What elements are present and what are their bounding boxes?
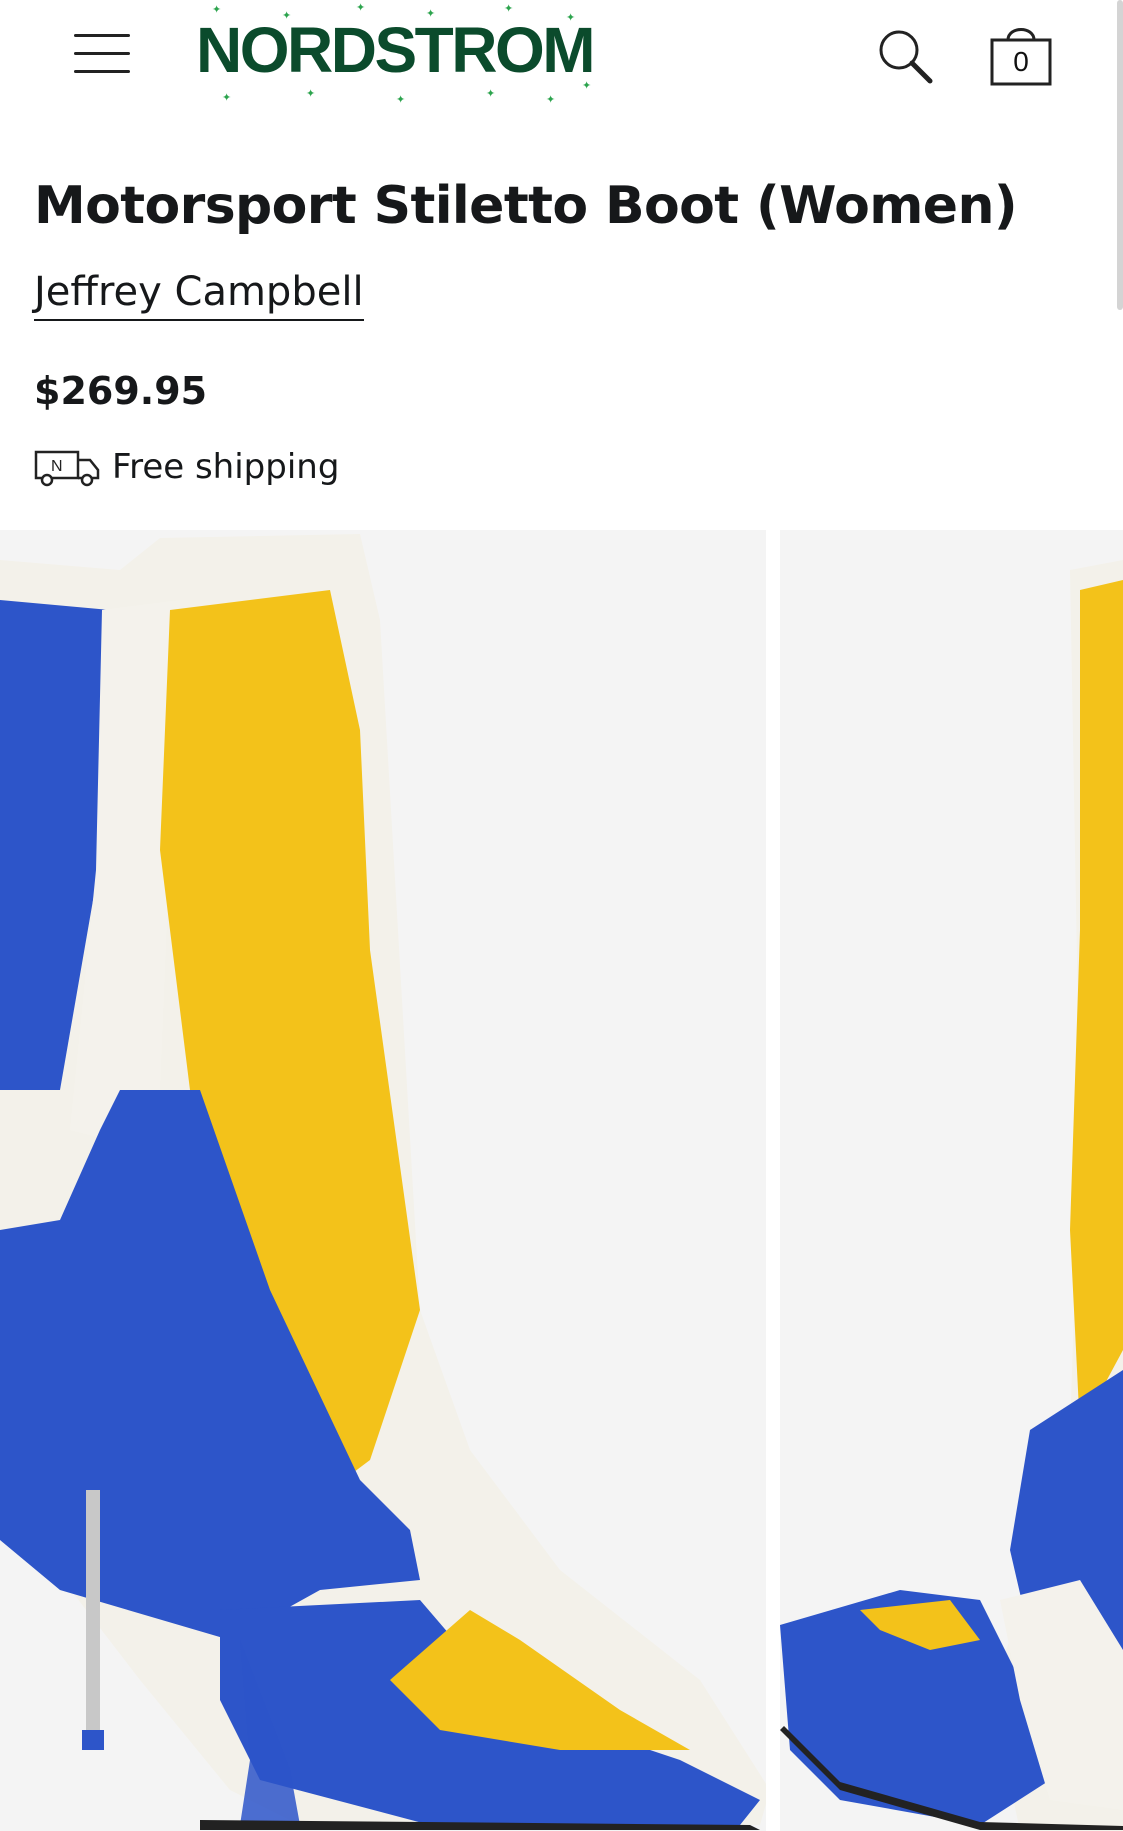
shipping-label: Free shipping (112, 447, 340, 487)
logo-text: NORDSTROM (196, 14, 596, 86)
search-icon[interactable] (875, 26, 937, 88)
product-title: Motorsport Stiletto Boot (Women) (34, 176, 1018, 236)
brand-link[interactable]: Jeffrey Campbell (34, 266, 364, 321)
site-header: NORDSTROM ✦ ✦ ✦ ✦ ✦ ✦ ✦ ✦ ✦ ✦ ✦ ✦ 0 (0, 0, 1123, 110)
product-image-1[interactable] (0, 530, 766, 1831)
product-price: $269.95 (34, 369, 208, 413)
truck-letter: N (51, 458, 63, 475)
shopping-bag-icon[interactable]: 0 (986, 22, 1056, 88)
hamburger-menu-icon[interactable] (70, 28, 134, 78)
page-scrollbar[interactable] (1117, 0, 1123, 310)
cart-count: 0 (1013, 46, 1029, 77)
delivery-truck-icon: N (34, 450, 100, 487)
product-image-2[interactable] (780, 530, 1123, 1831)
product-image-gallery[interactable] (0, 530, 1123, 1831)
nordstrom-logo[interactable]: NORDSTROM ✦ ✦ ✦ ✦ ✦ ✦ ✦ ✦ ✦ ✦ ✦ ✦ (186, 0, 596, 110)
